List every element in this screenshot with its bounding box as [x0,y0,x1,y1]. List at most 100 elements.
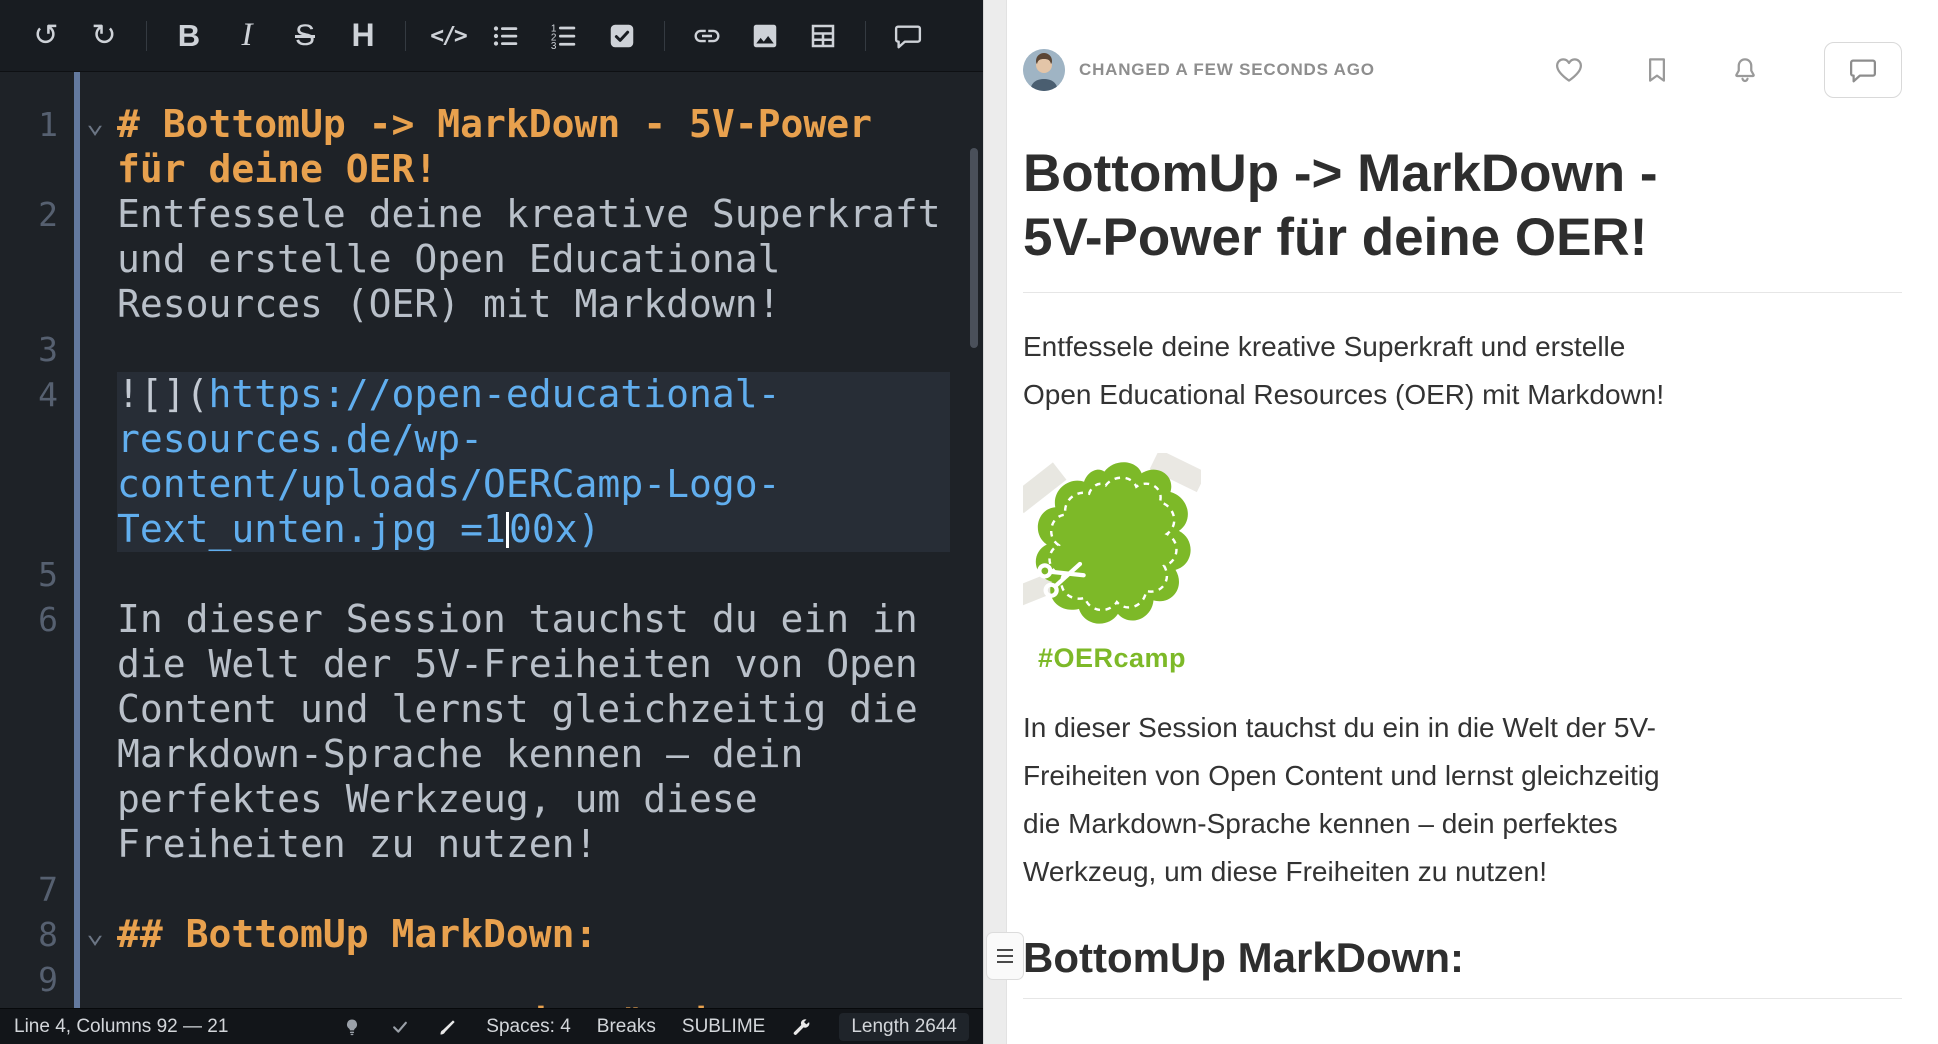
editor-scrollbar-thumb[interactable] [970,148,978,348]
editor-line[interactable]: 3 [0,327,983,372]
line-number: 7 [0,867,58,912]
fold-chevron-icon[interactable]: ⌄ [86,100,104,145]
editor-gutter: 9 [0,957,117,1002]
editor-line-active[interactable]: 4 ![](https://open-educational-resources… [0,372,983,552]
image-icon [750,21,780,51]
breaks-setting[interactable]: Breaks [597,1016,656,1038]
editor-gutter: 7 [0,867,117,912]
md-text-token: In dieser Session tauchst du ein in die … [117,597,941,866]
editor-gutter: 6 [0,597,117,867]
oercamp-logo-image: #OERcamp [1023,453,1223,674]
avatar[interactable] [1023,49,1065,91]
strikethrough-button[interactable]: S [279,12,331,60]
ordered-list-button[interactable]: 123 [538,12,590,60]
pane-divider[interactable] [983,0,1007,1044]
paragraph-line: Open Educational Resources (OER) mit Mar… [1023,371,1902,419]
editor-line[interactable]: 1 ⌄ # BottomUp -> MarkDown - 5V-Power fü… [0,102,983,192]
editor-line-text[interactable]: In dieser Session tauchst du ein in die … [117,597,950,867]
line-number: 8 [0,912,58,957]
editor-lines: 1 ⌄ # BottomUp -> MarkDown - 5V-Power fü… [0,102,983,1044]
bell-icon[interactable] [1730,55,1760,85]
heart-icon[interactable] [1554,55,1584,85]
heading-button[interactable]: H [337,12,389,60]
line-number: 1 [0,102,58,147]
editor-line-text[interactable] [117,867,950,912]
preview-paragraph-2: In dieser Session tauchst du ein in die … [1023,704,1902,896]
link-icon [692,21,722,51]
editor-line-text[interactable] [117,327,950,372]
undo-button[interactable]: ↺ [20,12,72,60]
fold-chevron-icon[interactable]: ⌄ [86,910,104,955]
editor-line[interactable]: 9 [0,957,983,1002]
md-heading-token: # BottomUp -> MarkDown - 5V-Power für de… [117,102,895,191]
editor-gutter: 4 [0,372,117,552]
md-url-token: 00x) [509,507,601,551]
bullet-list-button[interactable] [480,12,532,60]
comment-button-toolbar[interactable] [882,12,934,60]
editor-line-text[interactable] [117,552,950,597]
redo-button[interactable]: ↻ [78,12,130,60]
md-text-token: Entfessele deine kreative Superkraft und… [117,192,964,326]
editor-toolbar: ↺ ↻ B I S H </> 123 [0,0,983,72]
md-url-token: https://open-educational-resources.de/wp… [117,372,780,551]
editor-gutter: 8 ⌄ [0,912,117,957]
md-image-punct-token: ![]( [117,372,209,416]
editor-line[interactable]: 8 ⌄ ## BottomUp MarkDown: [0,912,983,957]
editor-gutter: 1 ⌄ [0,102,117,192]
brush-icon[interactable] [438,1016,460,1038]
bold-button[interactable]: B [163,12,215,60]
code-button[interactable]: </> [422,12,474,60]
paragraph-line: In dieser Session tauchst du ein in die … [1023,704,1902,752]
toolbar-separator [405,21,406,51]
preview-actions [1554,42,1902,98]
editor-body[interactable]: 1 ⌄ # BottomUp -> MarkDown - 5V-Power fü… [0,72,983,1044]
line-number: 4 [0,372,58,417]
toolbar-separator [865,21,866,51]
editor-line-text[interactable]: Entfessele deine kreative Superkraft und… [117,192,950,327]
speech-bubble-icon [1848,55,1878,85]
editor-line-text[interactable]: # BottomUp -> MarkDown - 5V-Power für de… [117,102,950,192]
comment-icon [893,21,923,51]
editor-line[interactable]: 2 Entfessele deine kreative Superkraft u… [0,192,983,327]
keymap-setting[interactable]: SUBLIME [682,1016,765,1038]
document-length-status: Length 2644 [839,1013,969,1041]
editor-gutter: 3 [0,327,117,372]
pane-resize-handle[interactable] [986,932,1024,980]
preview-pane: CHANGED A FEW SECONDS AGO BottomUp -> Ma… [1007,0,1938,1044]
ordered-list-icon: 123 [549,21,579,51]
preview-paragraph-1: Entfessele deine kreative Superkraft und… [1023,323,1902,419]
lightbulb-icon[interactable] [342,1016,364,1038]
preview-title-line: BottomUp -> MarkDown - [1023,142,1902,206]
preview-title: BottomUp -> MarkDown - 5V-Power für dein… [1023,142,1902,293]
last-changed-status: CHANGED A FEW SECONDS AGO [1079,60,1375,80]
paragraph-line: Freiheiten von Open Content und lernst g… [1023,752,1902,800]
editor-line-text[interactable]: ## BottomUp MarkDown: [117,912,950,957]
paragraph-line: Werkzeug, um diese Freiheiten zu nutzen! [1023,848,1902,896]
comments-panel-button[interactable] [1824,42,1902,98]
bookmark-icon[interactable] [1642,55,1672,85]
wrench-icon[interactable] [791,1016,813,1038]
link-button[interactable] [681,12,733,60]
italic-button[interactable]: I [221,12,273,60]
editor-status-bar: Line 4, Columns 92 — 21 Spaces: 4 Breaks… [0,1008,983,1044]
table-button[interactable] [797,12,849,60]
task-list-icon [607,21,637,51]
line-number: 2 [0,192,58,237]
editor-line-text[interactable]: ![](https://open-educational-resources.d… [117,372,950,552]
check-icon[interactable] [390,1016,412,1038]
editor-line[interactable]: 7 [0,867,983,912]
toolbar-separator [146,21,147,51]
line-number: 5 [0,552,58,597]
editor-line[interactable]: 6 In dieser Session tauchst du ein in di… [0,597,983,867]
preview-title-line: 5V-Power für deine OER! [1023,206,1902,270]
editor-pane: ↺ ↻ B I S H </> 123 [0,0,983,1044]
bullet-list-icon [491,21,521,51]
task-list-button[interactable] [596,12,648,60]
logo-caption: #OERcamp [1023,643,1201,674]
editor-line[interactable]: 5 [0,552,983,597]
paragraph-line: die Markdown-Sprache kennen – dein perfe… [1023,800,1902,848]
editor-gutter: 2 [0,192,117,327]
spaces-setting[interactable]: Spaces: 4 [486,1016,571,1038]
image-button[interactable] [739,12,791,60]
editor-line-text[interactable] [117,957,950,1002]
